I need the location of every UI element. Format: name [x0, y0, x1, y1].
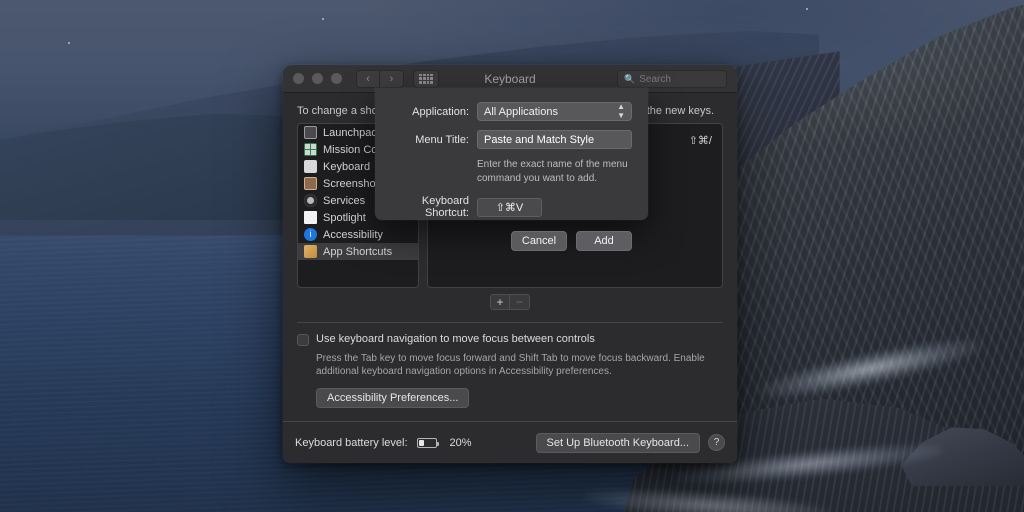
- forward-button[interactable]: ›: [380, 69, 404, 88]
- services-icon: [304, 194, 317, 207]
- category-label: Spotlight: [323, 211, 366, 224]
- section-divider: [297, 322, 723, 323]
- help-button[interactable]: ?: [708, 434, 725, 451]
- show-all-button[interactable]: [413, 69, 439, 88]
- application-selected-value: All Applications: [484, 105, 558, 118]
- chevron-updown-icon: ▲ ▼: [617, 102, 625, 120]
- category-label: Accessibility: [323, 228, 383, 241]
- search-placeholder: Search: [639, 73, 671, 85]
- remove-shortcut-button[interactable]: −: [510, 294, 530, 310]
- app-shortcuts-icon: [304, 245, 317, 258]
- mission-control-icon: [304, 143, 317, 156]
- launchpad-icon: [304, 126, 317, 139]
- battery-level-label: Keyboard battery level:: [295, 436, 408, 449]
- category-label: Keyboard: [323, 160, 371, 173]
- window-footer: Keyboard battery level: 20% Set Up Bluet…: [283, 421, 737, 463]
- zoom-button[interactable]: [331, 73, 342, 84]
- add-remove-group: + −: [490, 294, 530, 310]
- back-button[interactable]: ‹: [356, 69, 380, 88]
- navigation-buttons: ‹ ›: [356, 69, 404, 88]
- menu-title-row: Menu Title: Paste and Match Style: [375, 130, 632, 149]
- battery-percent: 20%: [449, 436, 472, 449]
- keyboard-navigation-note: Press the Tab key to move focus forward …: [316, 352, 705, 378]
- category-label: Services: [323, 194, 366, 207]
- setup-bluetooth-keyboard-button[interactable]: Set Up Bluetooth Keyboard...: [535, 432, 700, 453]
- close-button[interactable]: [293, 73, 304, 84]
- add-shortcut-sheet: Application: All Applications ▲ ▼ Menu Ti…: [375, 88, 648, 251]
- keyboard-navigation-label: Use keyboard navigation to move focus be…: [316, 332, 595, 345]
- menu-title-input[interactable]: Paste and Match Style: [477, 130, 632, 149]
- menu-title-label: Menu Title:: [415, 133, 469, 146]
- application-select[interactable]: All Applications ▲ ▼: [477, 102, 632, 121]
- accessibility-icon: i: [304, 228, 317, 241]
- battery-fill: [418, 439, 424, 446]
- grid-icon: [419, 73, 433, 84]
- keyboard-shortcut-input[interactable]: ⇧⌘V: [477, 197, 542, 217]
- footer-actions: Set Up Bluetooth Keyboard... ?: [535, 432, 725, 453]
- keyboard-navigation-checkbox-row[interactable]: Use keyboard navigation to move focus be…: [297, 333, 723, 346]
- application-row: Application: All Applications ▲ ▼: [375, 102, 632, 121]
- keyboard-navigation-checkbox[interactable]: [297, 333, 309, 346]
- traffic-lights: [293, 73, 342, 84]
- star-icon: [322, 18, 324, 20]
- spotlight-icon: [304, 211, 317, 224]
- star-icon: [68, 42, 70, 44]
- application-label: Application:: [412, 105, 469, 118]
- add-shortcut-button[interactable]: +: [490, 294, 510, 310]
- add-button[interactable]: Add: [576, 231, 632, 251]
- shortcut-key-combo[interactable]: ⇧⌘/: [689, 134, 712, 147]
- list-controls: + −: [297, 294, 723, 310]
- search-icon: 🔍: [624, 73, 636, 84]
- accessibility-preferences-button[interactable]: Accessibility Preferences...: [316, 387, 470, 408]
- screenshots-icon: [304, 177, 317, 190]
- keyboard-shortcut-label: Keyboard Shortcut:: [421, 195, 469, 219]
- sheet-action-buttons: Cancel Add: [375, 231, 632, 251]
- battery-icon: [416, 437, 439, 448]
- star-icon: [806, 8, 808, 10]
- menu-title-note: Enter the exact name of the menu command…: [477, 159, 628, 184]
- cancel-button[interactable]: Cancel: [511, 231, 567, 251]
- minimize-button[interactable]: [312, 73, 323, 84]
- keyboard-preferences-window: ‹ › Keyboard 🔍 Search To change a shortc…: [283, 65, 737, 463]
- keyboard-shortcut-row: Keyboard Shortcut: ⇧⌘V: [375, 195, 632, 219]
- keyboard-icon: [304, 160, 317, 173]
- search-input[interactable]: 🔍 Search: [617, 70, 727, 88]
